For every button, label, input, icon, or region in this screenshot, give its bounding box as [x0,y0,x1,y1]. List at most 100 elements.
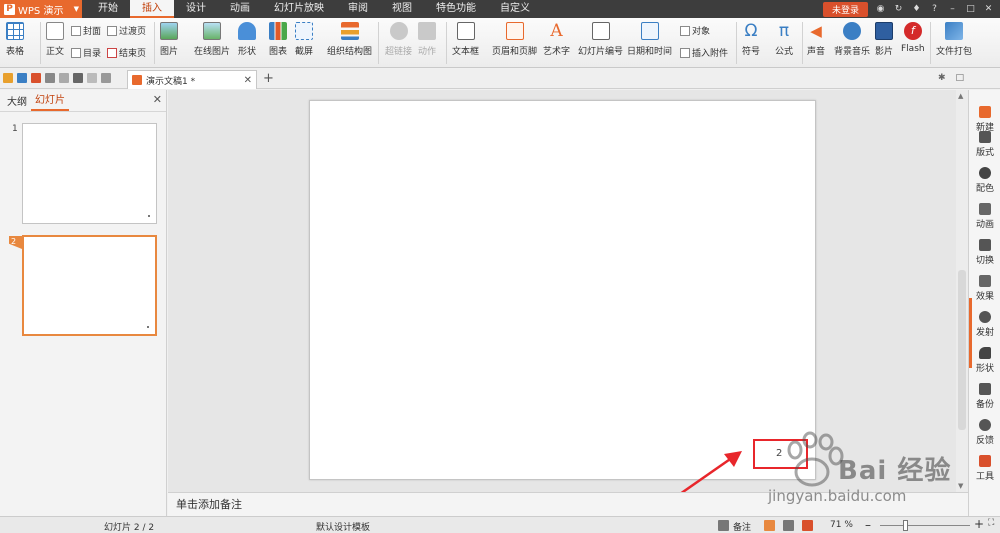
slide-thumbnail-1[interactable] [22,123,157,224]
tab-home[interactable]: 开始 [86,0,130,18]
ribbon-separator [736,22,737,64]
pin-icon[interactable]: ✱ [938,73,946,83]
scrollbar-thumb[interactable] [958,270,966,430]
refresh-icon[interactable]: ↻ [893,4,904,15]
pane-layout-button[interactable]: 版式 [969,131,1000,158]
bg-music-button[interactable]: 背景音乐 [834,22,870,57]
body-text-button[interactable]: 正文 [46,22,64,57]
slide-sorter-icon[interactable] [783,520,794,531]
close-icon[interactable]: ✕ [983,4,994,15]
table-button[interactable]: 表格 [6,22,24,57]
tab-slides[interactable]: 幻灯片 [31,91,69,111]
transition-icon [979,239,991,251]
undo-icon[interactable] [73,73,83,83]
template-name[interactable]: 默认设计模板 [316,520,370,533]
tab-insert[interactable]: 插入 [130,0,174,18]
pane-feedback-button[interactable]: 反馈 [969,419,1000,446]
slide-page-number[interactable]: 2 [776,448,782,459]
date-time-button[interactable]: 日期和时间 [627,22,672,57]
wordart-button[interactable]: A 艺术字 [543,22,570,57]
file-package-button[interactable]: 文件打包 [936,22,972,57]
pane-animation-button[interactable]: 动画 [969,203,1000,230]
notes-toggle-label[interactable]: 备注 [733,520,751,533]
slide-canvas[interactable]: 2 [309,100,816,480]
tab-animation[interactable]: 动画 [218,0,262,18]
pane-shape-button[interactable]: 形状 [969,347,1000,374]
login-button[interactable]: 未登录 [822,1,868,17]
add-tab-icon[interactable]: + [263,71,274,86]
pane-transition-button[interactable]: 切换 [969,239,1000,266]
tab-custom[interactable]: 自定义 [488,0,542,18]
redo-icon[interactable] [87,73,97,83]
tab-view[interactable]: 视图 [380,0,424,18]
pane-launch-button[interactable]: 发射 [969,311,1000,338]
object-button[interactable]: 对象 [680,24,710,37]
tab-features[interactable]: 特色功能 [424,0,488,18]
transition-page-button[interactable]: 过渡页 [107,24,146,37]
app-menu-button[interactable]: P WPS 演示 ▼ [0,0,82,18]
end-page-button[interactable]: 结束页 [107,46,146,59]
fit-window-icon[interactable]: ⛶ [988,518,994,528]
pane-tools-button[interactable]: 工具 [969,455,1000,482]
textbox-button[interactable]: 文本框 [452,22,479,57]
tab-outline[interactable]: 大纲 [3,93,31,111]
header-footer-button[interactable]: 页眉和页脚 [492,22,537,57]
sync-icon[interactable]: ◉ [875,4,886,15]
slide-thumbnail-2[interactable] [22,235,157,336]
minimize-icon[interactable]: – [947,4,958,15]
scroll-down-icon[interactable]: ▼ [958,482,963,490]
sound-button[interactable]: ◀ 声音 [807,22,825,57]
zoom-out-icon[interactable]: – [865,518,871,532]
pane-backup-button[interactable]: 备份 [969,383,1000,410]
pi-icon: π [778,21,790,41]
zoom-level[interactable]: 71 % [830,520,853,530]
tab-slideshow[interactable]: 幻灯片放映 [262,0,336,18]
vertical-scrollbar[interactable]: ▲ ▼ [956,90,968,492]
close-panel-icon[interactable]: ✕ [153,93,162,106]
print-icon[interactable] [45,73,55,83]
close-tab-icon[interactable]: ✕ [244,75,252,86]
picture-button[interactable]: 图片 [160,22,178,57]
open-folder-icon[interactable] [3,73,13,83]
toc-button[interactable]: 目录 [71,46,101,59]
movie-button[interactable]: 影片 [875,22,893,57]
export-pdf-icon[interactable] [31,73,41,83]
slide-number-button[interactable]: 幻灯片编号 [578,22,623,57]
symbol-button[interactable]: Ω 符号 [742,22,760,57]
hyperlink-button[interactable]: 超链接 [385,22,412,57]
pane-effect-button[interactable]: 效果 [969,275,1000,302]
selected-slide-flag: 2 [9,236,22,249]
tab-design[interactable]: 设计 [174,0,218,18]
scroll-up-icon[interactable]: ▲ [958,92,963,100]
flash-button[interactable]: f Flash [901,22,925,54]
attachment-button[interactable]: 插入附件 [680,46,728,59]
save-icon[interactable] [17,73,27,83]
maximize-icon[interactable]: □ [965,4,976,15]
palette-icon [979,167,991,179]
shape-button[interactable]: 形状 [238,22,256,57]
org-chart-button[interactable]: 组织结构图 [327,22,372,57]
pane-new-button[interactable]: 新建 [969,106,1000,133]
action-button[interactable]: 动作 [418,22,436,57]
document-tab[interactable]: 演示文稿1 * ✕ [127,70,257,89]
notes-toggle-icon[interactable] [718,520,729,531]
zoom-slider-track[interactable] [880,525,970,526]
cover-button[interactable]: 封面 [71,24,101,37]
restore-icon[interactable]: □ [955,73,964,83]
zoom-in-icon[interactable]: + [974,517,984,531]
online-picture-button[interactable]: 在线图片 [194,22,230,57]
tab-review[interactable]: 审阅 [336,0,380,18]
screenshot-button[interactable]: 截屏 [295,22,313,57]
ribbon-insert: 表格 正文 封面 目录 过渡页 结束页 图片 在线图片 形状 图表 截屏 组织结… [0,18,1000,68]
normal-view-icon[interactable] [764,520,775,531]
help-icon[interactable]: ? [929,4,940,15]
print-preview-icon[interactable] [59,73,69,83]
pane-color-button[interactable]: 配色 [969,167,1000,194]
slideshow-icon[interactable] [802,520,813,531]
chart-button[interactable]: 图表 [269,22,287,57]
formula-button[interactable]: π 公式 [775,22,793,57]
skin-icon[interactable]: ♦ [911,4,922,15]
slides-panel-tabs: 大纲 幻灯片 ✕ [0,90,166,112]
customize-dropdown-icon[interactable] [101,73,111,83]
zoom-slider-knob[interactable] [903,520,908,531]
